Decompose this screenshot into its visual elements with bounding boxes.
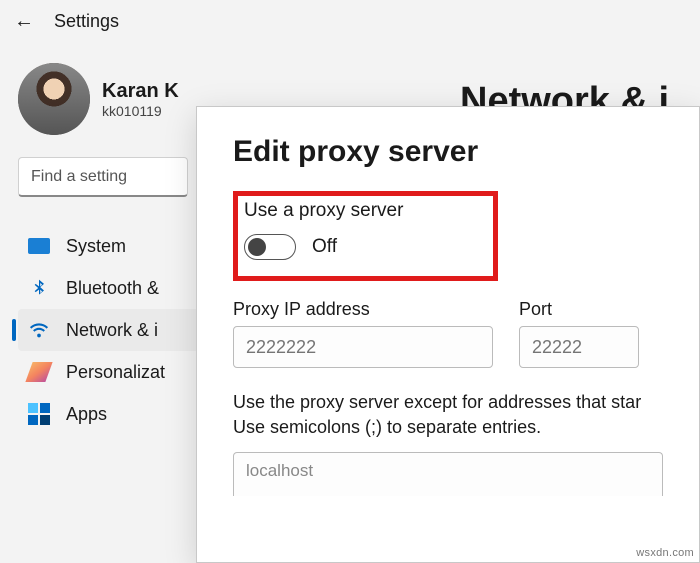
- wifi-icon: [28, 319, 50, 341]
- sidebar-item-label: Bluetooth &: [66, 278, 159, 299]
- back-button[interactable]: ←: [14, 10, 34, 33]
- system-icon: [28, 235, 50, 257]
- proxy-toggle-label: Use a proxy server: [244, 200, 403, 222]
- apps-icon: [28, 403, 50, 425]
- sidebar-item-label: System: [66, 236, 126, 257]
- proxy-toggle[interactable]: [244, 234, 296, 260]
- brush-icon: [28, 361, 50, 383]
- profile-email: kk010119: [102, 103, 179, 119]
- sidebar-item-label: Personalizat: [66, 362, 165, 383]
- proxy-port-input[interactable]: [519, 326, 639, 368]
- proxy-port-label: Port: [519, 299, 639, 320]
- bypass-input[interactable]: localhost: [233, 452, 663, 496]
- app-title: Settings: [54, 11, 119, 32]
- proxy-toggle-state: Off: [312, 236, 337, 258]
- search-input[interactable]: Find a setting: [18, 157, 188, 197]
- profile-name: Karan K: [102, 80, 179, 103]
- sidebar-item-label: Apps: [66, 404, 107, 425]
- sidebar-item-label: Network & i: [66, 320, 158, 341]
- bypass-placeholder: localhost: [246, 461, 313, 480]
- edit-proxy-dialog: Edit proxy server Use a proxy server Off…: [196, 106, 700, 563]
- highlight-box: Use a proxy server Off: [233, 191, 498, 281]
- dialog-title: Edit proxy server: [233, 135, 663, 169]
- avatar: [18, 63, 90, 135]
- bypass-description: Use the proxy server except for addresse…: [233, 390, 663, 440]
- bluetooth-icon: [28, 277, 50, 299]
- watermark: wsxdn.com: [636, 547, 694, 559]
- proxy-ip-label: Proxy IP address: [233, 299, 493, 320]
- proxy-ip-input[interactable]: [233, 326, 493, 368]
- search-placeholder: Find a setting: [31, 168, 127, 186]
